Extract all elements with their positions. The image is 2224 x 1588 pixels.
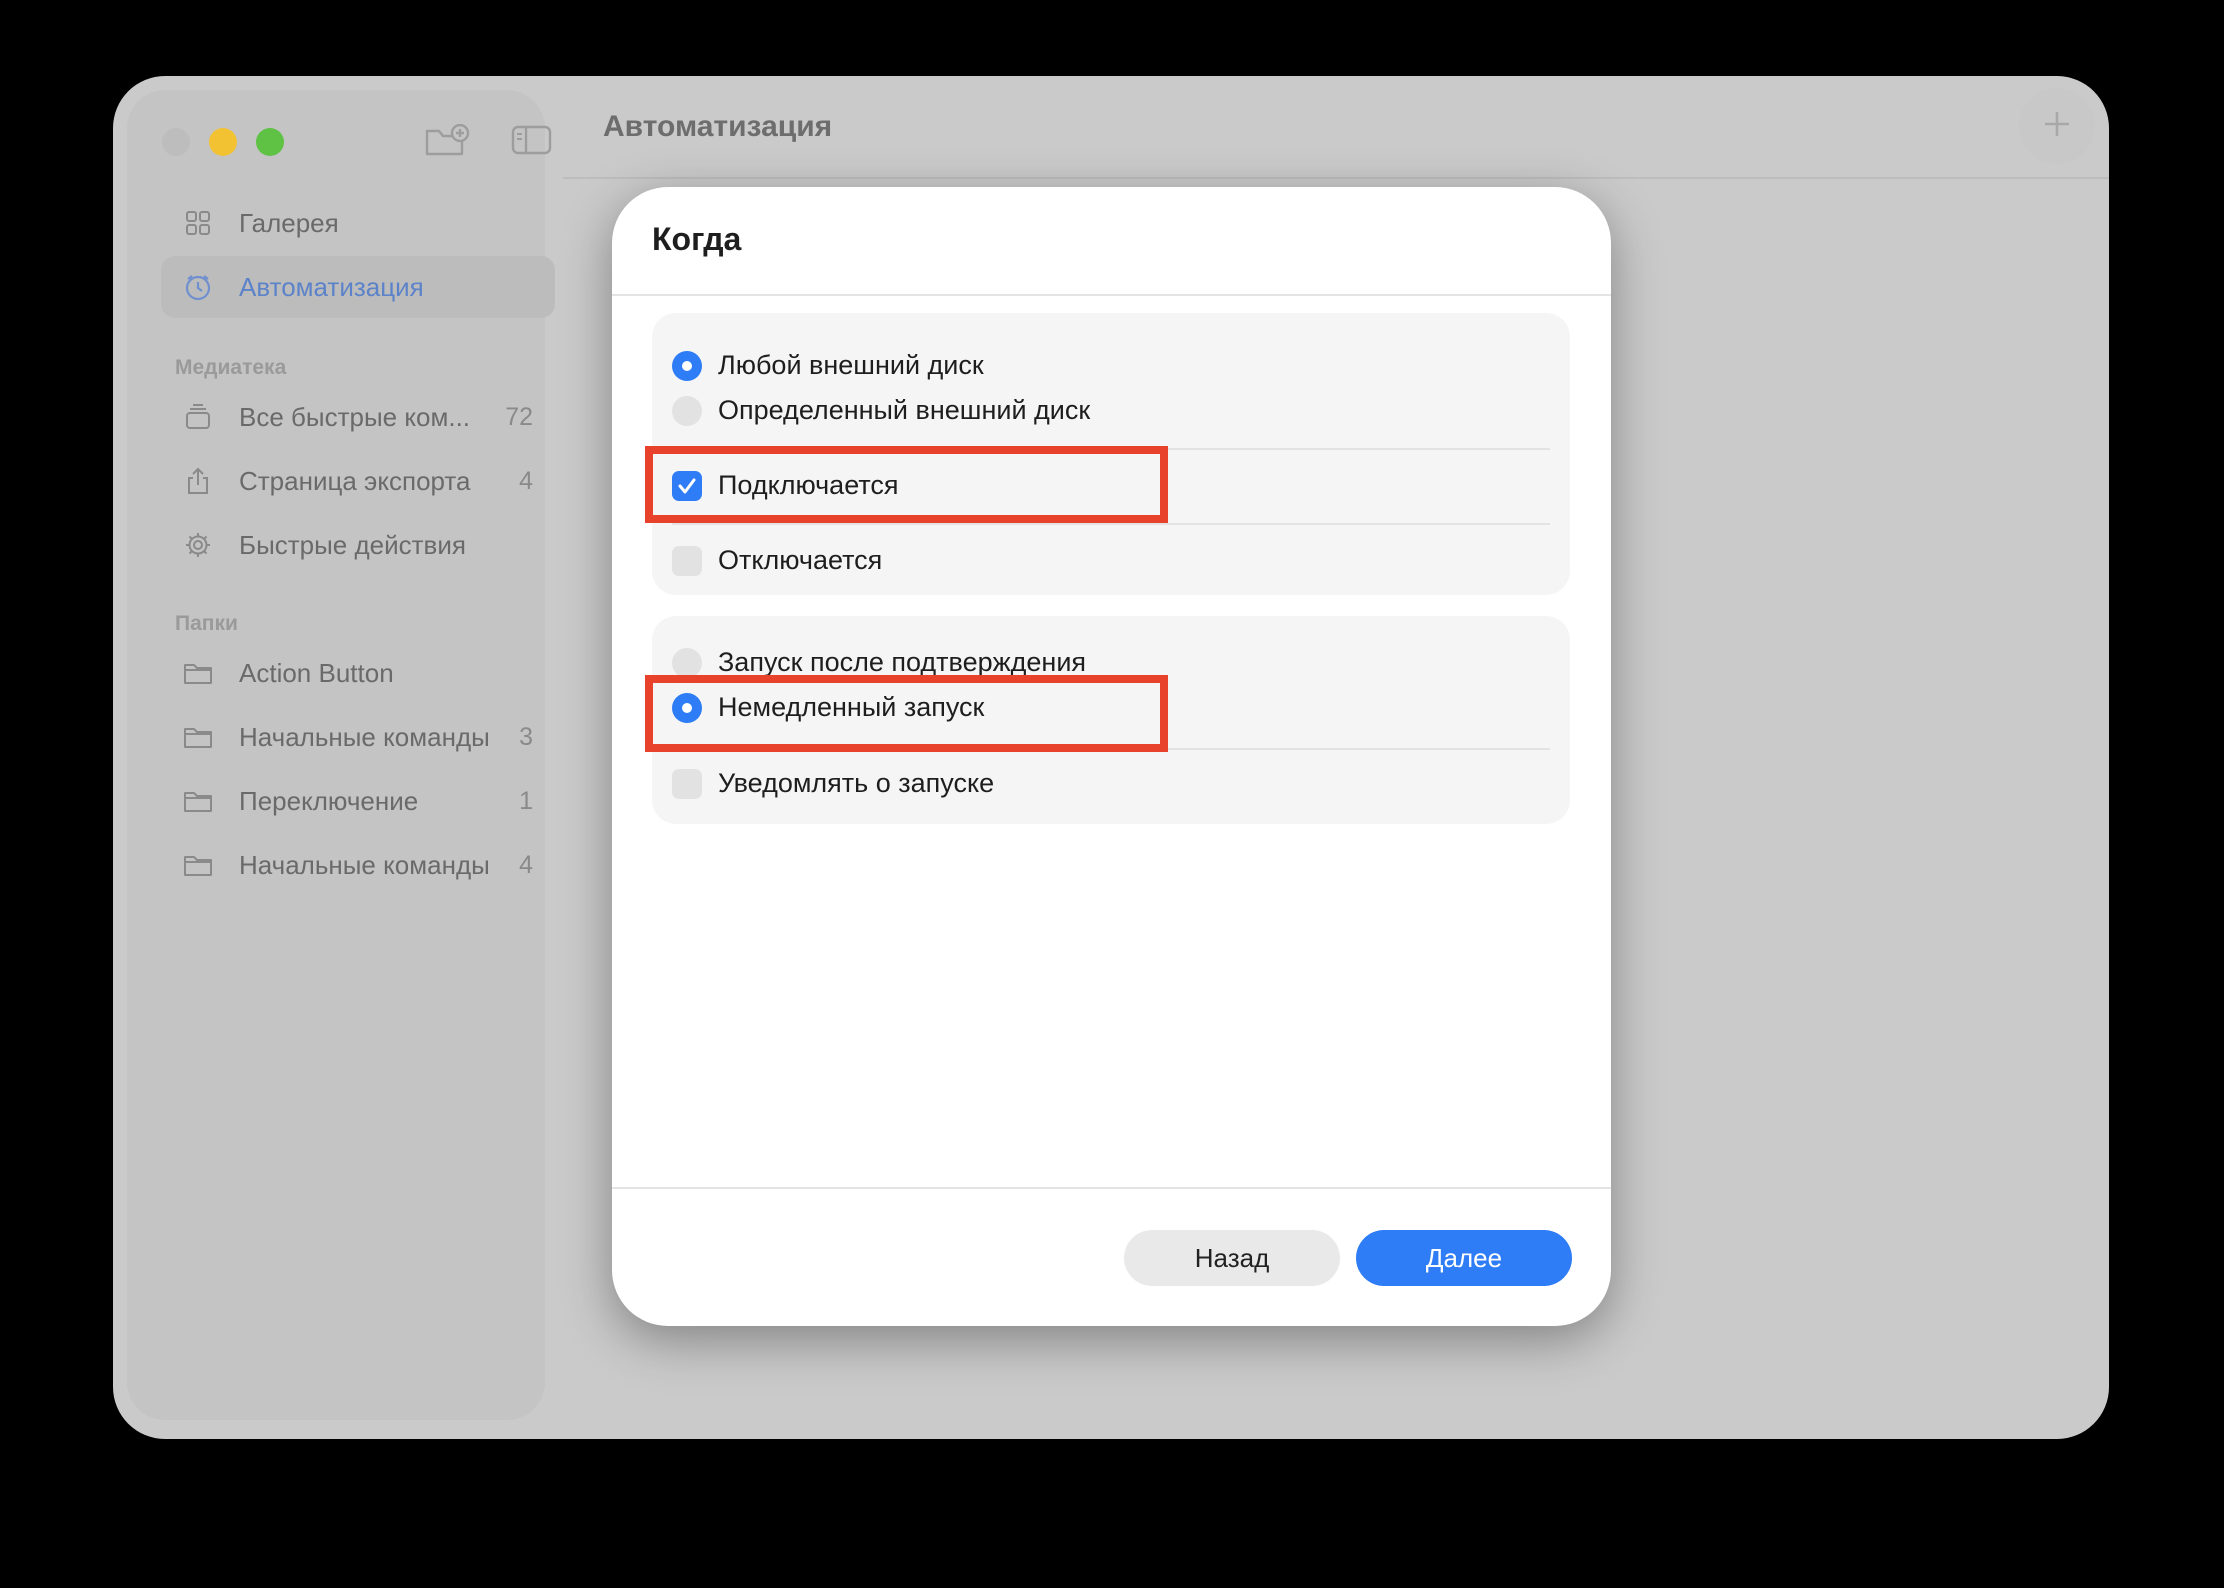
- run-after-confirm-option[interactable]: Запуск после подтверждения: [672, 647, 1086, 678]
- highlight-box-connects: [645, 446, 1168, 523]
- sidebar-item-label: Страница экспорта: [239, 465, 471, 496]
- sidebar-folder-starter-shortcuts[interactable]: Начальные команды 3: [161, 706, 555, 768]
- item-count: 4: [519, 850, 533, 879]
- window-title: Автоматизация: [603, 110, 833, 143]
- plus-icon: [2042, 109, 2072, 144]
- sidebar-item-label: Начальные команды: [239, 721, 490, 752]
- folder-icon: [183, 850, 213, 880]
- toolbar-divider: [563, 177, 2109, 179]
- sidebar-item-all-shortcuts[interactable]: Все быстрые ком... 72: [161, 386, 555, 448]
- sidebar: Галерея Автоматизация Медиатека Все быст…: [127, 90, 555, 1420]
- checkbox-unchecked[interactable]: [672, 545, 702, 576]
- option-label: Определенный внешний диск: [718, 395, 1091, 425]
- folder-icon: [183, 658, 213, 688]
- sidebar-item-automation[interactable]: Автоматизация: [161, 256, 555, 318]
- folder-icon: [183, 786, 213, 816]
- sidebar-item-label: Начальные команды: [239, 849, 490, 880]
- option-label: Отключается: [718, 545, 883, 575]
- when-dialog: Когда Любой внешний диск Определенный вн…: [612, 187, 1611, 1326]
- share-icon: [183, 466, 213, 496]
- radio-selected[interactable]: [672, 350, 702, 381]
- minimize-window-button[interactable]: [209, 128, 237, 156]
- new-folder-icon[interactable]: [424, 123, 470, 163]
- item-count: 1: [519, 786, 533, 815]
- notify-when-run-option[interactable]: Уведомлять о запуске: [672, 768, 994, 799]
- option-label: Уведомлять о запуске: [718, 768, 995, 798]
- row-divider: [672, 523, 1550, 525]
- sidebar-folder-starter-shortcuts-2[interactable]: Начальные команды 4: [161, 834, 555, 896]
- add-automation-button[interactable]: [2019, 88, 2095, 164]
- sidebar-item-label: Быстрые действия: [239, 529, 466, 560]
- sidebar-toggle-icon[interactable]: [511, 124, 553, 161]
- back-button[interactable]: Назад: [1124, 1230, 1340, 1286]
- close-window-button[interactable]: [162, 128, 190, 156]
- option-label: Любой внешний диск: [718, 350, 984, 380]
- library-section-header: Медиатека: [175, 356, 287, 379]
- disconnects-option[interactable]: Отключается: [672, 545, 882, 576]
- radio-unselected[interactable]: [672, 395, 702, 426]
- radio-unselected[interactable]: [672, 647, 702, 678]
- grid-icon: [183, 208, 213, 238]
- sidebar-item-label: Все быстрые ком...: [239, 401, 471, 432]
- any-drive-option[interactable]: Любой внешний диск: [672, 350, 984, 381]
- dialog-footer-divider: [612, 1187, 1611, 1189]
- sidebar-item-label: Action Button: [239, 657, 394, 688]
- next-button[interactable]: Далее: [1356, 1230, 1572, 1286]
- sidebar-item-label: Галерея: [239, 207, 339, 238]
- sidebar-item-share-sheet[interactable]: Страница экспорта 4: [161, 450, 555, 512]
- option-label: Запуск после подтверждения: [718, 647, 1087, 677]
- folder-icon: [183, 722, 213, 752]
- folders-section-header: Папки: [175, 612, 238, 635]
- clock-icon: [183, 272, 213, 302]
- item-count: 4: [519, 466, 533, 495]
- sidebar-item-quick-actions[interactable]: Быстрые действия: [161, 514, 555, 576]
- specific-drive-option[interactable]: Определенный внешний диск: [672, 395, 1090, 426]
- checkbox-unchecked[interactable]: [672, 768, 702, 799]
- zoom-window-button[interactable]: [256, 128, 284, 156]
- sidebar-item-label: Автоматизация: [239, 271, 424, 302]
- item-count: 72: [505, 402, 533, 431]
- sidebar-folder-action-button[interactable]: Action Button: [161, 642, 555, 704]
- dialog-header-divider: [612, 294, 1611, 296]
- item-count: 3: [519, 722, 533, 751]
- dialog-title: Когда: [652, 221, 742, 257]
- stack-icon: [183, 402, 213, 432]
- gear-icon: [183, 530, 213, 560]
- sidebar-folder-toggle[interactable]: Переключение 1: [161, 770, 555, 832]
- sidebar-item-label: Переключение: [239, 785, 419, 816]
- sidebar-item-gallery[interactable]: Галерея: [161, 192, 555, 254]
- highlight-box-run-immediately: [645, 675, 1168, 752]
